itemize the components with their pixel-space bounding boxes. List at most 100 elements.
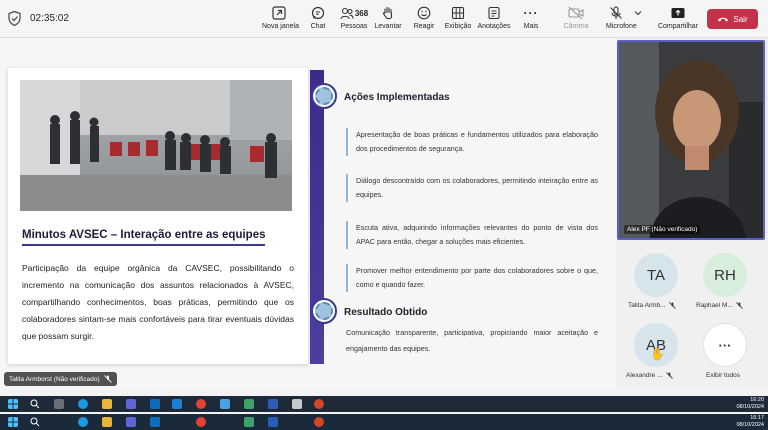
mic-off-icon xyxy=(610,6,622,19)
result-badge-icon xyxy=(311,298,337,324)
search-icon[interactable] xyxy=(30,399,40,409)
search-icon[interactable] xyxy=(30,417,40,427)
more-icon: ··· xyxy=(718,337,732,353)
notes-button[interactable]: Anotações xyxy=(476,4,512,36)
outlook-icon[interactable] xyxy=(172,399,182,409)
share-icon xyxy=(671,7,685,18)
mic-off-icon xyxy=(103,375,112,383)
windows-start-icon[interactable] xyxy=(8,399,18,409)
presenter-name: Talita Armborst (Não verificado) xyxy=(9,375,100,383)
people-count: 368 xyxy=(354,8,369,18)
slide-left-card: Minutos AVSEC – Interação entre as equip… xyxy=(8,68,308,364)
mic-off-icon xyxy=(668,302,676,309)
clock-date: 08/10/2024 xyxy=(736,404,764,410)
outlook-icon[interactable] xyxy=(150,399,160,409)
participant-name: Talita Armb... xyxy=(628,302,676,309)
app-icon[interactable] xyxy=(220,399,230,409)
view-button[interactable]: Exibição xyxy=(444,4,472,36)
people-button[interactable]: 368 Pessoas xyxy=(338,4,370,36)
new-window-button[interactable]: Nova janela xyxy=(262,4,299,36)
raise-hand-label: Levantar xyxy=(374,23,402,30)
avatar-initials: RH xyxy=(714,266,736,284)
raised-hand-icon: ✋ xyxy=(650,347,665,361)
action-item: Apresentação de boas práticas e fundamen… xyxy=(346,128,598,156)
people-label: Pessoas xyxy=(340,23,368,30)
avatar-initials: TA xyxy=(646,266,666,284)
mic-label: Microfone xyxy=(606,23,637,30)
clock-time: 16:20 xyxy=(750,397,764,403)
windows-taskbar-secondary: 16:17 08/10/2024 xyxy=(0,414,768,430)
actions-badge-icon xyxy=(311,83,337,109)
mic-button[interactable]: Microfone xyxy=(606,4,646,36)
react-label: Reagir xyxy=(413,23,435,30)
word-icon[interactable] xyxy=(268,417,278,427)
react-button[interactable]: Reagir xyxy=(410,4,438,36)
meeting-timer: 02:35:02 xyxy=(30,13,69,24)
action-item: Escuta ativa, adquirindo informações rel… xyxy=(346,221,598,249)
slide-title: Minutos AVSEC – Interação entre as equip… xyxy=(22,229,266,246)
chrome-icon[interactable] xyxy=(196,399,206,409)
speaker-name-label: Alex PF (Não verificado) xyxy=(624,225,701,234)
view-label: Exibição xyxy=(444,23,472,30)
participant-name-text: Raphael M... xyxy=(696,302,733,309)
meeting-toolbar: 02:35:02 Nova janela Chat 368 Pessoas Le… xyxy=(0,0,768,38)
leave-button[interactable]: Sair xyxy=(707,9,758,29)
smiley-icon xyxy=(417,6,431,20)
app-icon[interactable] xyxy=(244,399,254,409)
taskbar-clock: 16:17 08/10/2024 xyxy=(736,415,764,429)
actions-heading: Ações Implementadas xyxy=(344,92,450,103)
avatar[interactable]: AB ✋ xyxy=(634,323,678,367)
new-window-icon xyxy=(272,6,286,20)
more-icon: ··· xyxy=(523,6,539,20)
phone-icon xyxy=(718,17,729,22)
camera-off-icon xyxy=(568,6,584,20)
avatar[interactable]: RH xyxy=(703,253,747,297)
show-all-button[interactable]: ··· xyxy=(703,323,747,367)
new-window-label: Nova janela xyxy=(262,23,299,30)
teams-icon[interactable] xyxy=(126,417,136,427)
share-label: Compartilhar xyxy=(657,23,699,30)
app-icon[interactable] xyxy=(292,399,302,409)
edge-icon[interactable] xyxy=(78,417,88,427)
result-heading: Resultado Obtido xyxy=(344,307,428,318)
show-all-label: Exibir todos xyxy=(706,372,740,379)
app-icon[interactable] xyxy=(244,417,254,427)
avatar[interactable]: TA xyxy=(634,253,678,297)
more-button[interactable]: ··· Mais xyxy=(518,4,544,36)
explorer-icon[interactable] xyxy=(102,399,112,409)
windows-start-icon[interactable] xyxy=(8,417,18,427)
word-icon[interactable] xyxy=(268,399,278,409)
more-label: Mais xyxy=(523,23,539,30)
leave-label: Sair xyxy=(733,14,748,24)
powerpoint-icon[interactable] xyxy=(314,417,324,427)
edge-icon[interactable] xyxy=(78,399,88,409)
participant-name-text: Talita Armb... xyxy=(628,302,666,309)
teams-icon[interactable] xyxy=(126,399,136,409)
mic-off-icon xyxy=(665,372,673,379)
participant-name: Alexandre ... xyxy=(626,372,673,379)
outlook-icon[interactable] xyxy=(150,417,160,427)
task-view-icon[interactable] xyxy=(54,399,64,409)
hand-icon xyxy=(383,6,393,20)
participant-name-text: Alexandre ... xyxy=(626,372,663,379)
result-text: Comunicação transparente, participativa,… xyxy=(346,328,598,353)
camera-label: Câmera xyxy=(563,23,589,30)
chevron-down-icon[interactable] xyxy=(633,8,643,18)
event-photo xyxy=(20,80,292,211)
notes-icon xyxy=(488,6,500,20)
clock-time: 16:17 xyxy=(750,415,764,421)
camera-button[interactable]: Câmera xyxy=(560,4,592,36)
participant-name: Raphael M... xyxy=(696,302,743,309)
speaker-video-tile[interactable]: Alex PF (Não verificado) xyxy=(617,40,765,240)
powerpoint-icon[interactable] xyxy=(314,399,324,409)
raise-hand-button[interactable]: Levantar xyxy=(374,4,402,36)
chat-icon xyxy=(311,6,325,20)
slide-paragraph: Participação da equipe orgânica da CAVSE… xyxy=(22,263,294,341)
explorer-icon[interactable] xyxy=(102,417,112,427)
shield-icon xyxy=(8,11,21,26)
people-icon xyxy=(340,7,354,20)
chat-button[interactable]: Chat xyxy=(304,4,332,36)
mic-off-icon xyxy=(736,302,743,309)
chrome-icon[interactable] xyxy=(196,417,206,427)
share-button[interactable]: Compartilhar xyxy=(656,4,700,36)
